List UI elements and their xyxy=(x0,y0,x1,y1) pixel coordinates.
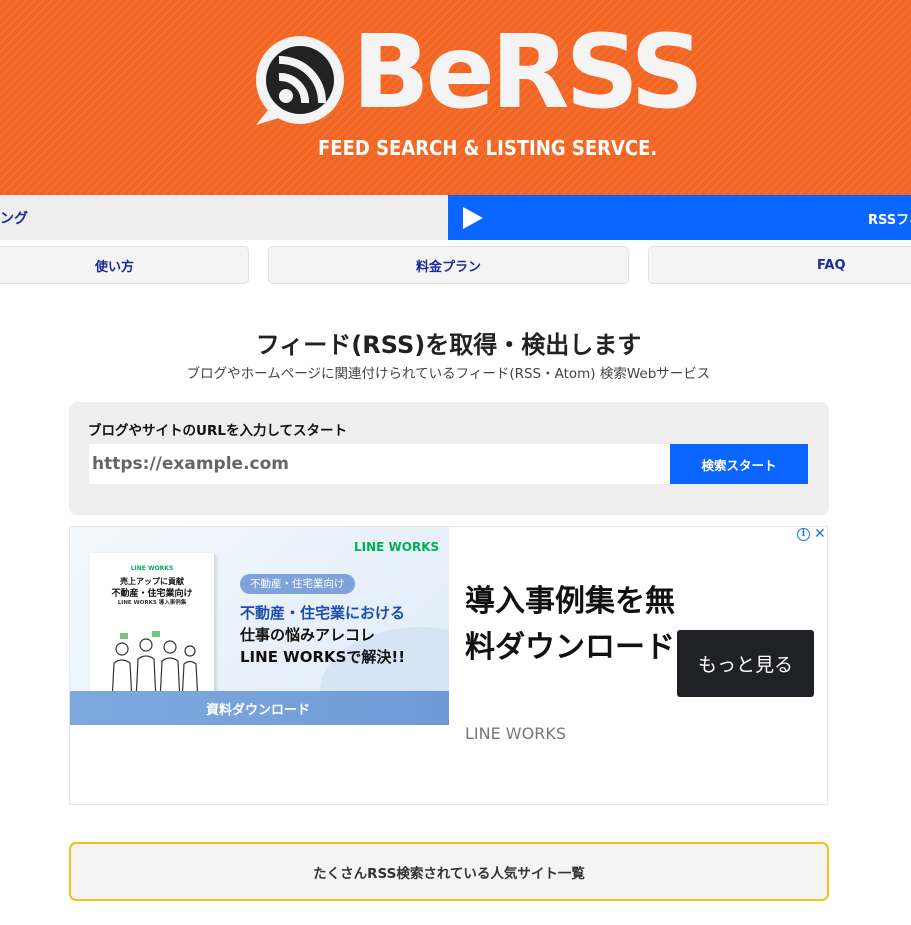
ad-image-headline: 仕事の悩みアレコレ xyxy=(240,626,376,644)
ad-book-cover: LINE WORKS 売上アップに貢献 不動産・住宅業向け LINE WORKS… xyxy=(90,553,214,703)
ad-headline[interactable]: 導入事例集を無料ダウンロード xyxy=(465,579,675,671)
site-header: BeRSS FEED SEARCH & LISTING SERVCE. xyxy=(0,0,911,195)
nav-item-pricing[interactable]: 料金プラン xyxy=(268,246,629,284)
popular-sites-label: たくさんRSS検索されている人気サイト一覧 xyxy=(313,865,585,882)
ad-image-headline: LINE WORKSで解決!! xyxy=(240,648,406,666)
ad-brand-logo: LINE WORKS xyxy=(354,540,440,554)
nav-item-label: FAQ xyxy=(817,257,846,273)
rss-logo-icon[interactable] xyxy=(248,33,348,133)
ad-download-label: 資料ダウンロード xyxy=(206,703,311,718)
nav-item-faq[interactable]: FAQ xyxy=(648,246,911,284)
page-subtitle: ブログやホームページに関連付けられているフィード(RSS・Atom) 検索Web… xyxy=(186,366,711,382)
play-icon xyxy=(463,207,483,229)
ad-book-title-line: LINE WORKS 導入事例集 xyxy=(117,600,187,606)
search-start-button[interactable]: 検索スタート xyxy=(670,444,808,484)
advertisement[interactable]: LINE WORKS LINE WORKS 売上アップに貢献 不動産・住宅業向け… xyxy=(69,526,828,805)
ad-image-headline: 不動産・住宅業における xyxy=(240,604,406,622)
ticker-left-text: ング xyxy=(0,211,28,227)
search-label: ブログやサイトのURLを入力してスタート xyxy=(88,423,348,439)
ad-more-button[interactable]: もっと見る xyxy=(677,630,814,697)
ad-book-brand: LINE WORKS xyxy=(130,565,174,572)
nav-item-label: 料金プラン xyxy=(415,259,481,275)
ad-advertiser[interactable]: LINE WORKS xyxy=(465,724,566,743)
popular-sites-button[interactable]: たくさんRSS検索されている人気サイト一覧 xyxy=(69,842,829,901)
ad-tag: 不動産・住宅業向け xyxy=(240,574,355,594)
logo-text[interactable]: BeRSS xyxy=(352,22,704,124)
page-title: フィード(RSS)を取得・検出します xyxy=(255,331,642,359)
url-input[interactable] xyxy=(89,444,670,484)
tagline: FEED SEARCH & LISTING SERVCE. xyxy=(318,136,658,160)
ticker-right-text: RSSフィ xyxy=(868,213,911,228)
ticker-right[interactable]: RSSフィ xyxy=(448,195,911,240)
nav-item-label: 使い方 xyxy=(94,259,134,275)
ticker-left[interactable]: ング xyxy=(0,195,448,240)
ad-image[interactable]: LINE WORKS LINE WORKS 売上アップに貢献 不動産・住宅業向け… xyxy=(70,527,449,725)
search-panel: ブログやサイトのURLを入力してスタート 検索スタート xyxy=(69,402,829,515)
ad-info-icon[interactable]: i xyxy=(797,528,810,541)
nav-item-how-to-use[interactable]: 使い方 xyxy=(0,246,249,284)
ad-download-bar[interactable]: 資料ダウンロード xyxy=(70,691,449,725)
ad-close-icon[interactable]: ✕ xyxy=(814,526,826,542)
